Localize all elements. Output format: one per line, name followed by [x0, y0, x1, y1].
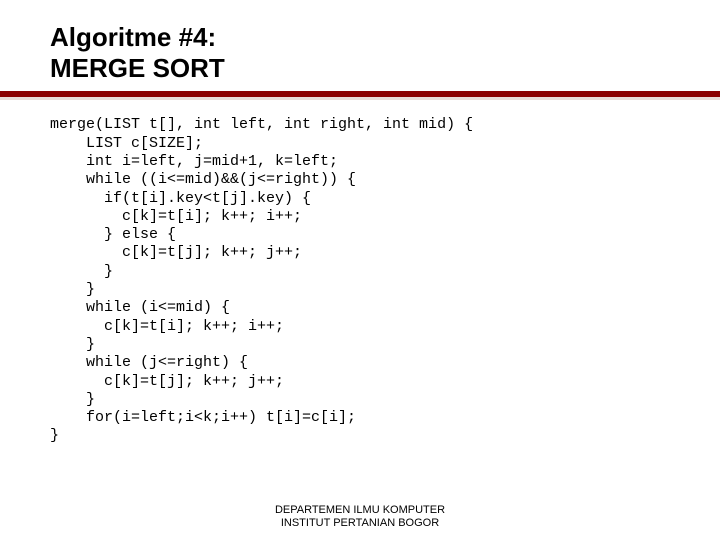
- title-line-2: MERGE SORT: [50, 53, 225, 83]
- footer: DEPARTEMEN ILMU KOMPUTER INSTITUT PERTAN…: [0, 504, 720, 530]
- divider-shadow: [0, 97, 720, 100]
- footer-line-2: INSTITUT PERTANIAN BOGOR: [281, 517, 439, 529]
- title-line-1: Algoritme #4:: [50, 22, 216, 52]
- footer-line-1: DEPARTEMEN ILMU KOMPUTER: [275, 504, 445, 516]
- slide-title: Algoritme #4: MERGE SORT: [50, 22, 680, 83]
- slide: Algoritme #4: MERGE SORT merge(LIST t[],…: [0, 0, 720, 540]
- code-block: merge(LIST t[], int left, int right, int…: [50, 116, 680, 445]
